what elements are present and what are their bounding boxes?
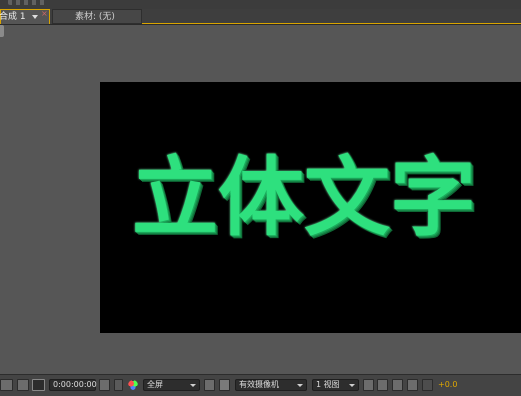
tab-composition-label: 合成 1	[0, 12, 26, 22]
close-icon[interactable]: ×	[41, 9, 48, 18]
exposure-reset-icon[interactable]	[422, 379, 433, 391]
mask-visibility-icon[interactable]	[32, 379, 45, 391]
viewer-toolbar: 0:00:00:00 全屏 有效摄像机 1 视图 +0.0	[0, 374, 521, 396]
toggle-pixel-aspect-icon[interactable]	[363, 379, 374, 391]
transparency-grid-icon[interactable]	[219, 379, 230, 391]
tab-footage[interactable]: 素材: (无)	[52, 9, 142, 24]
camera-snapshot-icon[interactable]	[99, 379, 110, 391]
magnification-dropdown[interactable]	[0, 379, 13, 391]
show-snapshot-icon[interactable]	[114, 379, 123, 391]
viewer-3d-text: 立体文字	[132, 148, 476, 248]
flowchart-icon[interactable]	[407, 379, 418, 391]
panel-grip[interactable]	[8, 0, 48, 5]
exposure-value[interactable]: +0.0	[438, 379, 462, 391]
panel-menu-button[interactable]	[0, 25, 4, 37]
fast-previews-icon[interactable]	[377, 379, 388, 391]
chevron-down-icon[interactable]	[32, 15, 38, 19]
composition-viewer[interactable]: 立体文字	[100, 82, 521, 333]
viewer-tab-bar: 合成 1 × 素材: (无)	[0, 9, 521, 25]
safe-margins-icon[interactable]	[17, 379, 29, 391]
color-channels-icon[interactable]	[128, 380, 138, 390]
tab-underline	[142, 23, 521, 24]
resolution-dropdown[interactable]: 全屏	[143, 379, 200, 391]
window-top-strip	[0, 0, 521, 9]
camera-dropdown[interactable]: 有效摄像机	[235, 379, 307, 391]
view-layout-dropdown[interactable]: 1 视图	[312, 379, 359, 391]
timecode-field[interactable]: 0:00:00:00	[49, 379, 97, 391]
region-of-interest-icon[interactable]	[204, 379, 215, 391]
tab-footage-label: 素材: (无)	[75, 12, 115, 22]
timeline-icon[interactable]	[392, 379, 403, 391]
